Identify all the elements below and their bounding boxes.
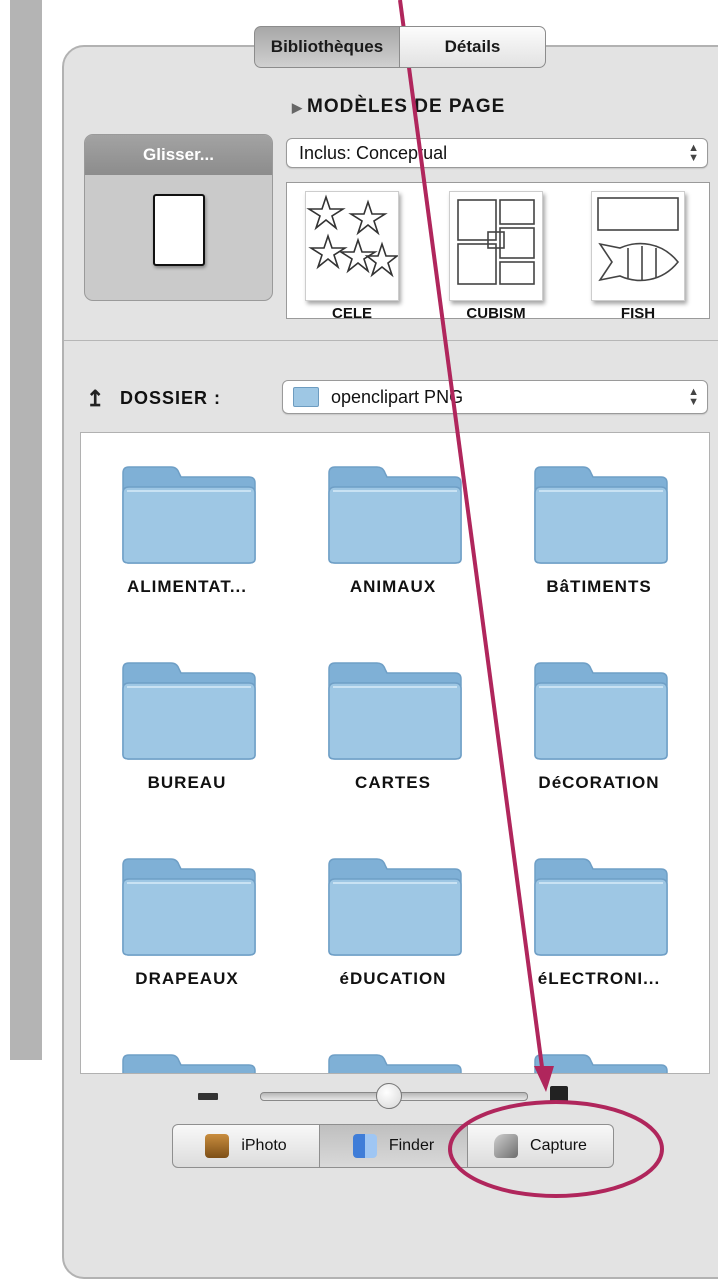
folder-icon — [534, 662, 668, 760]
drag-label: Glisser... — [85, 135, 272, 175]
capture-icon — [494, 1134, 519, 1158]
template-thumb-cele[interactable]: CELE — [305, 191, 400, 319]
folder-select-value: openclipart PNG — [331, 386, 464, 407]
folder-item[interactable] — [293, 1021, 493, 1073]
folder-name: CARTES — [355, 773, 431, 792]
folder-item[interactable]: éDUCATION — [293, 825, 493, 1021]
folder-item[interactable] — [87, 1021, 287, 1073]
folder-name: éLECTRONI... — [537, 969, 661, 988]
iphoto-icon — [205, 1134, 230, 1158]
folder-name: DéCORATION — [538, 773, 660, 792]
folder-icon — [293, 387, 319, 407]
template-source-value: Inclus: Conceptual — [299, 142, 448, 163]
folder-name: éDUCATION — [339, 969, 447, 988]
blank-page-icon[interactable] — [153, 194, 205, 266]
folder-icon — [328, 858, 462, 956]
folder-icon — [534, 1054, 668, 1073]
tab-bibliotheques[interactable]: Bibliothèques — [254, 26, 400, 68]
section-divider — [64, 340, 718, 341]
folder-icon — [328, 466, 462, 564]
folder-icon — [328, 1054, 462, 1073]
folder-icon — [328, 662, 462, 760]
tab-details[interactable]: Détails — [400, 26, 546, 68]
zoom-large-icon[interactable] — [550, 1086, 568, 1102]
folder-icon — [534, 858, 668, 956]
finder-icon — [352, 1134, 377, 1158]
folder-icon — [122, 662, 256, 760]
page-templates-header[interactable]: ▶ MODÈLES DE PAGE — [292, 96, 505, 118]
folder-item[interactable]: DéCORATION — [499, 629, 699, 825]
folder-item[interactable] — [499, 1021, 699, 1073]
template-label: CUBISM — [466, 305, 526, 319]
zoom-small-icon[interactable] — [198, 1093, 218, 1100]
capture-label: Capture — [530, 1137, 587, 1154]
folder-item[interactable]: DRAPEAUX — [87, 825, 287, 1021]
zoom-slider-thumb[interactable] — [375, 1083, 402, 1109]
finder-label: Finder — [388, 1137, 435, 1154]
finder-button[interactable]: Finder — [320, 1124, 468, 1168]
folder-icon — [534, 466, 668, 564]
folder-item[interactable]: BUREAU — [87, 629, 287, 825]
iphoto-button[interactable]: iPhoto — [172, 1124, 320, 1168]
folder-item[interactable]: ANIMAUX — [293, 433, 493, 629]
fish-template-icon — [591, 191, 685, 301]
select-arrows-icon: ▲ ▼ — [688, 386, 699, 408]
folder-item[interactable]: CARTES — [293, 629, 493, 825]
template-thumb-cubism[interactable]: CUBISM — [449, 191, 543, 319]
folder-name: BâTIMENTS — [546, 577, 652, 596]
panel-tabs: Bibliothèques Détails — [254, 26, 546, 68]
folder-item[interactable]: BâTIMENTS — [499, 433, 699, 629]
template-thumb-fish[interactable]: FISH — [591, 191, 685, 319]
folder-select[interactable]: openclipart PNG ▲ ▼ — [282, 380, 708, 414]
page-templates-title: MODÈLES DE PAGE — [307, 96, 506, 117]
folder-icon — [122, 466, 256, 564]
folder-icon — [122, 1054, 256, 1073]
select-arrows-icon: ▲ ▼ — [688, 142, 699, 164]
folder-name: BUREAU — [147, 773, 227, 792]
drag-new-page-well[interactable]: Glisser... — [84, 134, 273, 301]
template-source-select[interactable]: Inclus: Conceptual ▲ ▼ — [286, 138, 708, 168]
cubism-template-icon — [449, 191, 543, 301]
folder-grid: ALIMENTAT... ANIMAUX BâTIMENTS BUREAU CARTES… — [80, 432, 710, 1074]
parent-folder-icon[interactable]: ↥ — [86, 386, 104, 412]
folder-icon — [122, 858, 256, 956]
stars-template-icon — [305, 191, 400, 301]
folder-name: ALIMENTAT... — [127, 577, 247, 596]
left-sidebar-edge — [10, 0, 42, 1060]
folder-item[interactable]: éLECTRONI... — [499, 825, 699, 1021]
capture-button[interactable]: Capture — [468, 1124, 614, 1168]
iphoto-label: iPhoto — [241, 1137, 287, 1154]
disclosure-triangle-icon[interactable]: ▶ — [292, 100, 303, 115]
template-thumbnails: CELE CUBISM FISH — [286, 182, 710, 319]
folder-name: DRAPEAUX — [135, 969, 239, 988]
folder-item[interactable]: ALIMENTAT... — [87, 433, 287, 629]
template-label: CELE — [331, 305, 372, 319]
folder-label: DOSSIER : — [120, 388, 222, 408]
source-segmented-control: iPhoto Finder Capture — [172, 1124, 614, 1168]
template-label: FISH — [620, 305, 656, 319]
folder-name: ANIMAUX — [349, 577, 437, 596]
